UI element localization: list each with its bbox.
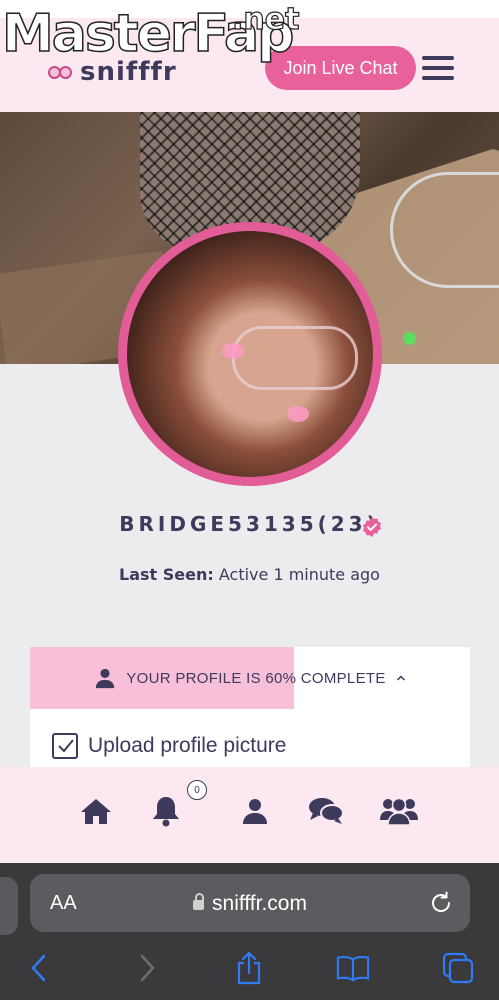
bookmarks-icon[interactable] [336, 951, 370, 985]
verified-badge-icon [362, 516, 382, 538]
notification-badge: 0 [187, 780, 207, 800]
tabs-icon[interactable] [441, 951, 475, 985]
browser-chrome: AA snifffr.com [0, 863, 499, 1000]
avatar-photo [127, 231, 373, 477]
address-bar[interactable]: AA snifffr.com [30, 874, 470, 932]
url-text: snifffr.com [212, 892, 307, 915]
group-icon[interactable] [379, 793, 419, 829]
checkmark-icon [58, 739, 74, 753]
browser-toolbar [0, 943, 499, 1000]
hamburger-menu-icon[interactable] [420, 52, 456, 84]
chevron-up-icon [396, 675, 405, 681]
online-status-dot [403, 332, 416, 345]
task-label: Upload profile picture [88, 734, 287, 757]
watermark-logo: MasterFap .net [1, 1, 300, 64]
profile-username: BRIDGE53135(23) [119, 512, 380, 536]
previous-tab[interactable] [0, 877, 18, 935]
share-icon[interactable] [232, 951, 266, 985]
task-checkbox[interactable] [52, 733, 78, 759]
last-seen-label: Last Seen: [119, 565, 214, 584]
bell-icon[interactable] [146, 793, 186, 829]
reload-icon[interactable] [428, 890, 454, 916]
bottom-navigation [0, 767, 499, 863]
last-seen-value: Active 1 minute ago [218, 565, 380, 584]
task-upload-profile-picture[interactable]: Upload profile picture [52, 733, 286, 759]
profile-user-icon[interactable] [235, 793, 275, 829]
home-icon[interactable] [76, 793, 116, 829]
completion-text: YOUR PROFILE IS 60% COMPLETE [126, 669, 386, 687]
profile-avatar[interactable] [118, 222, 382, 486]
url-display[interactable]: snifffr.com [30, 892, 470, 916]
user-icon [96, 668, 115, 689]
watermark-tld: .net [231, 1, 300, 37]
profile-completion-card: YOUR PROFILE IS 60% COMPLETE Upload prof… [30, 647, 470, 777]
profile-completion-toggle[interactable]: YOUR PROFILE IS 60% COMPLETE [30, 647, 470, 709]
lock-icon [193, 893, 205, 910]
chat-icon[interactable] [306, 793, 346, 829]
back-icon[interactable] [22, 951, 56, 985]
logo-mark-icon [48, 62, 74, 82]
forward-icon[interactable] [130, 951, 164, 985]
last-seen: Last Seen: Active 1 minute ago [0, 565, 499, 584]
